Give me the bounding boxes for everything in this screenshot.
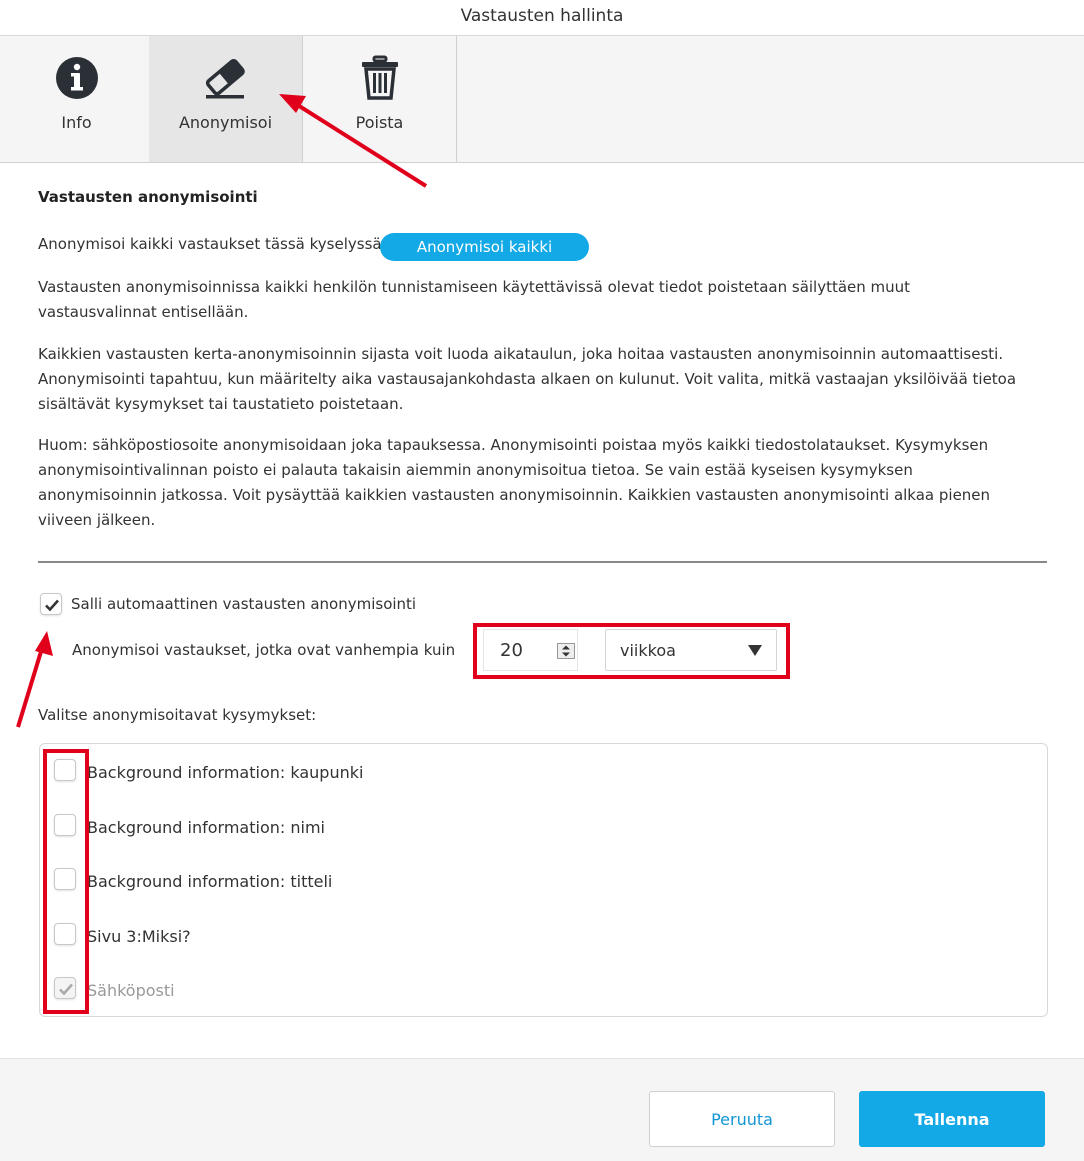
question-label: Background information: kaupunki [87, 763, 364, 782]
questions-list: Background information: kaupunki Backgro… [39, 743, 1048, 1017]
paragraph: Kaikkien vastausten kerta-anonymisoinnin… [38, 345, 1017, 413]
older-than-label: Anonymisoi vastaukset, jotka ovat vanhem… [72, 641, 456, 659]
stepper-arrows-icon [562, 645, 570, 657]
anonymize-all-button[interactable]: Anonymisoi kaikki [380, 233, 589, 261]
tab-bar: Info Anonymisoi Poista [0, 36, 1084, 163]
eraser-icon [205, 59, 245, 99]
cancel-button[interactable]: Peruuta [649, 1091, 835, 1147]
question-checkbox[interactable] [54, 868, 76, 890]
tab-info[interactable]: Info [0, 36, 154, 162]
tab-delete[interactable]: Poista [303, 36, 457, 162]
paragraph: Huom: sähköpostiosoite anonymisoidaan jo… [38, 436, 991, 529]
amount-value: 20 [500, 640, 523, 661]
question-checkbox[interactable] [54, 923, 76, 945]
unit-value: viikkoa [620, 641, 676, 660]
question-label: Background information: nimi [87, 818, 325, 837]
question-checkbox-disabled [54, 977, 76, 999]
info-icon [55, 57, 98, 99]
anonymize-all-text: Anonymisoi kaikki vastaukset tässä kysel… [38, 235, 382, 253]
tab-label: Poista [355, 113, 404, 132]
auto-anonymize-label: Salli automaattinen vastausten anonymiso… [71, 595, 417, 613]
question-checkbox[interactable] [54, 814, 76, 836]
checkmark-icon [59, 983, 73, 996]
question-label: Background information: titteli [87, 872, 333, 891]
dialog-title: Vastausten hallinta [0, 0, 1084, 36]
amount-input[interactable]: 20 [483, 629, 578, 671]
checkmark-icon [45, 599, 59, 612]
question-label: Sivu 3:Miksi? [87, 927, 191, 946]
dialog-footer: Peruuta Tallenna [0, 1058, 1084, 1161]
paragraph: Vastausten anonymisoinnissa kaikki henki… [38, 278, 911, 321]
divider [38, 561, 1047, 563]
question-label: Sähköposti [87, 981, 175, 1000]
dropdown-arrow-icon [748, 645, 762, 656]
auto-anonymize-checkbox[interactable] [40, 593, 62, 615]
tab-label: Info [61, 113, 92, 132]
question-checkbox[interactable] [54, 759, 76, 781]
save-button[interactable]: Tallenna [859, 1091, 1045, 1147]
section-title: Vastausten anonymisointi [38, 188, 258, 206]
questions-label: Valitse anonymisoitavat kysymykset: [38, 706, 317, 724]
tab-anonymize[interactable]: Anonymisoi [149, 36, 303, 162]
unit-select[interactable]: viikkoa [605, 629, 777, 671]
trash-icon [361, 55, 398, 100]
amount-stepper[interactable] [557, 643, 575, 659]
tab-label: Anonymisoi [178, 113, 273, 132]
